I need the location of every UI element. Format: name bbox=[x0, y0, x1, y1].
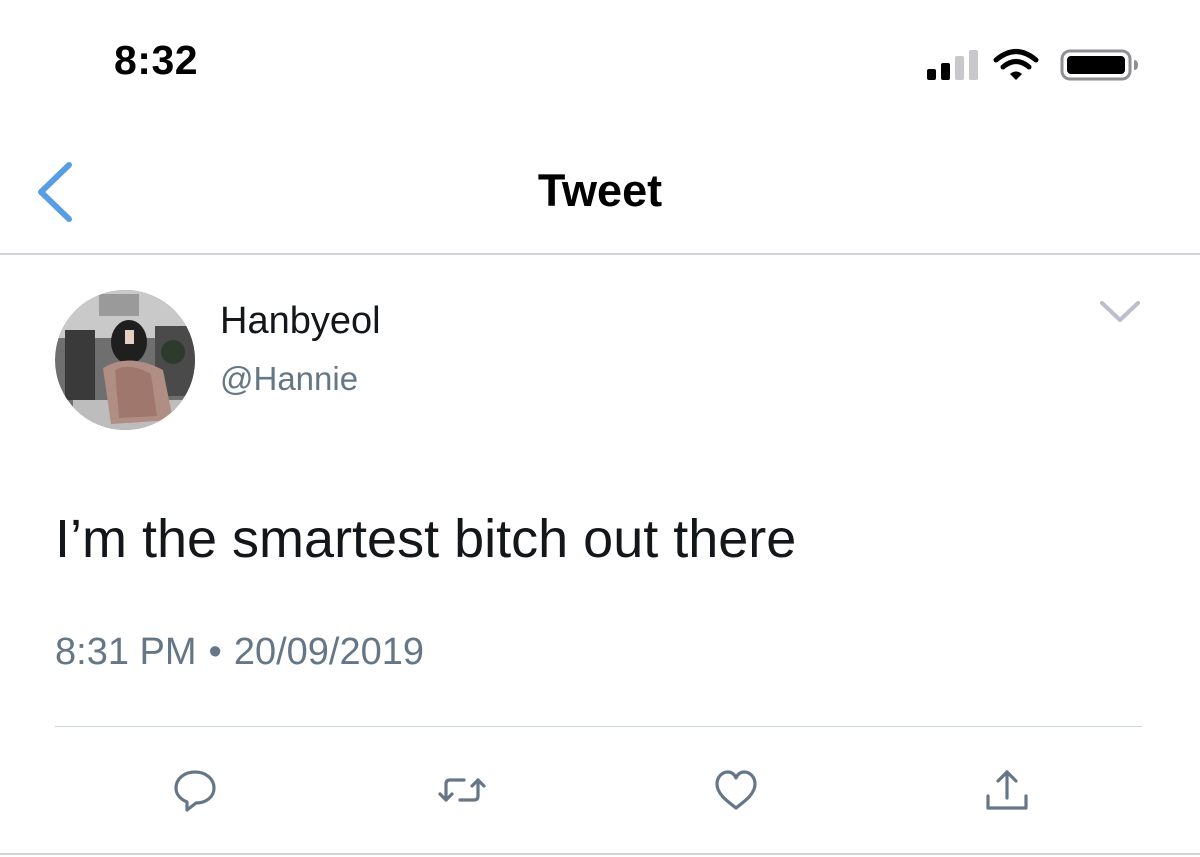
tweet-timestamp: 8:31 PM • 20/09/2019 bbox=[55, 633, 424, 671]
retweet-icon[interactable] bbox=[438, 766, 486, 814]
tweet-date: 20/09/2019 bbox=[233, 631, 425, 673]
avatar[interactable] bbox=[55, 290, 195, 430]
tweet-time: 8:31 PM bbox=[55, 631, 197, 673]
cellular-signal-icon bbox=[927, 50, 978, 80]
meta-separator: • bbox=[208, 631, 222, 673]
tweet-text: I’m the smartest bitch out there bbox=[55, 509, 797, 569]
header-divider bbox=[0, 253, 1200, 255]
page-title: Tweet bbox=[537, 165, 663, 216]
chevron-down-icon[interactable] bbox=[1097, 295, 1143, 329]
wifi-icon bbox=[993, 49, 1039, 80]
battery-icon bbox=[1060, 49, 1138, 81]
author-name[interactable]: Hanbyeol bbox=[220, 302, 381, 340]
author-handle[interactable]: @Hannie bbox=[220, 362, 358, 395]
share-icon[interactable] bbox=[983, 766, 1031, 814]
reply-icon[interactable] bbox=[171, 766, 219, 814]
actions-divider bbox=[55, 726, 1142, 727]
heart-icon[interactable] bbox=[712, 766, 760, 814]
bottom-divider bbox=[0, 853, 1200, 855]
status-bar-time: 8:32 bbox=[114, 37, 199, 83]
